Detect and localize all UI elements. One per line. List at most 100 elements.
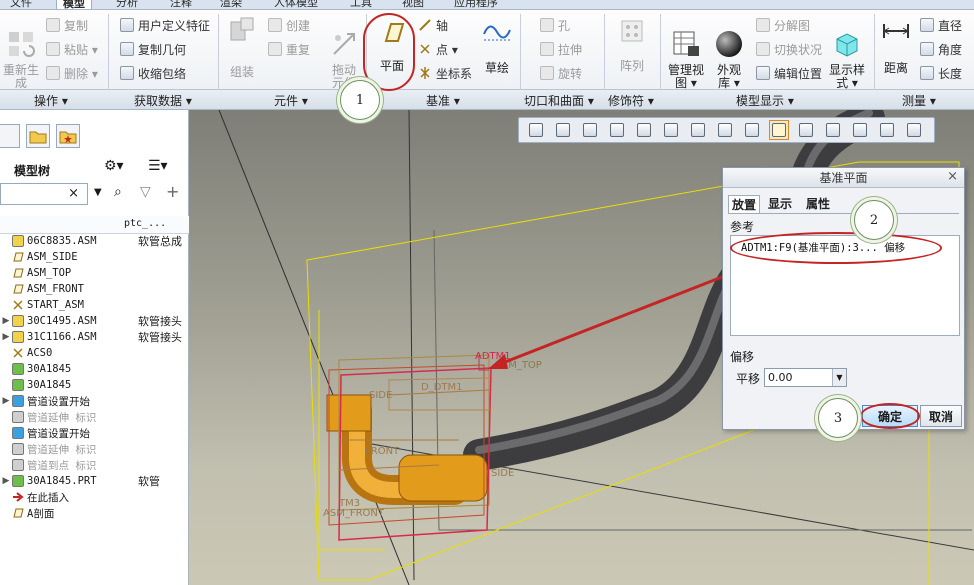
assemble-button[interactable]: 组装	[222, 16, 262, 80]
repaint-button[interactable]	[607, 120, 627, 140]
tree-row[interactable]: 管道设置开始	[0, 425, 189, 441]
filter-icon[interactable]: ▽	[140, 184, 151, 200]
tree-row[interactable]: ASM_SIDE	[0, 249, 189, 265]
tab-manikin[interactable]: 人体模型	[268, 0, 324, 9]
tree-row[interactable]: ▶ 31C1166.ASM 软管接头	[0, 329, 189, 345]
tab-view[interactable]: 视图	[396, 0, 430, 9]
axis-display-button[interactable]	[742, 120, 762, 140]
edit-position-button[interactable]: 编辑位置	[756, 64, 822, 82]
group-label-cut-surface[interactable]: 切口和曲面 ▾	[524, 92, 594, 109]
tab-file[interactable]: 文件	[4, 0, 38, 9]
search-dropdown-icon[interactable]: ▼	[94, 187, 102, 198]
tab-analysis[interactable]: 分析	[110, 0, 144, 9]
tree-row[interactable]: ASM_FRONT	[0, 281, 189, 297]
tab-placement[interactable]: 放置	[728, 195, 761, 214]
saved-views-button[interactable]	[634, 120, 654, 140]
measure-length-button[interactable]: 长度	[920, 64, 962, 82]
paste-button[interactable]: 粘贴 ▾	[46, 40, 98, 58]
tree-show-icon[interactable]: ☰▾	[148, 158, 168, 174]
label-front[interactable]: FRONT	[365, 446, 399, 457]
tree-row[interactable]: 管道延伸 标识	[0, 441, 189, 457]
spin-center-button[interactable]	[877, 120, 897, 140]
point-display-button[interactable]	[796, 120, 816, 140]
csys-button[interactable]: 坐标系	[418, 64, 472, 82]
group-label-operations[interactable]: 操作 ▾	[34, 92, 68, 109]
toggle-status-button[interactable]: 切换状况	[756, 40, 822, 58]
tree-row[interactable]: ▶ 30A1845.PRT 软管	[0, 473, 189, 489]
datum-axis-button[interactable]: 轴	[418, 16, 448, 34]
copy-geometry-button[interactable]: 复制几何	[120, 40, 186, 58]
tab-properties[interactable]: 属性	[803, 195, 833, 214]
revolve-button[interactable]: 旋转	[540, 64, 582, 82]
hole-button[interactable]: 孔	[540, 16, 570, 34]
plane-display-button[interactable]	[769, 120, 789, 140]
measure-diameter-button[interactable]: 直径	[920, 16, 962, 34]
add-column-icon[interactable]: +	[166, 182, 179, 201]
named-view-button[interactable]	[904, 120, 924, 140]
user-defined-feature-button[interactable]: 用户定义特征	[120, 16, 210, 34]
label-asm-top[interactable]: ASM_TOP	[495, 360, 542, 371]
exploded-view-button[interactable]: 分解图	[756, 16, 810, 34]
zoom-out-button[interactable]	[580, 120, 600, 140]
tab-applications[interactable]: 应用程序	[448, 0, 504, 9]
zoom-in-button[interactable]	[553, 120, 573, 140]
group-label-datum[interactable]: 基准 ▾	[426, 92, 460, 109]
clear-icon[interactable]: ×	[68, 186, 79, 201]
tree-row[interactable]: ACS0	[0, 345, 189, 361]
display-style-button[interactable]	[688, 120, 708, 140]
group-label-component[interactable]: 元件 ▾	[274, 92, 308, 109]
sketch-button[interactable]: 草绘	[477, 16, 517, 76]
view-manager-button[interactable]	[661, 120, 681, 140]
chevron-down-icon[interactable]: ▼	[832, 369, 846, 386]
extrude-button[interactable]: 拉伸	[540, 40, 582, 58]
expand-arrow-icon[interactable]: ▶	[0, 396, 12, 406]
tab-annotate[interactable]: 注释	[164, 0, 198, 9]
translation-value-combo[interactable]: 0.00 ▼	[764, 368, 847, 387]
tab-favorites[interactable]	[56, 124, 80, 148]
tab-tools[interactable]: 工具	[344, 0, 378, 9]
tab-render[interactable]: 渲染	[214, 0, 248, 9]
tree-row[interactable]: 管道延伸 标识	[0, 409, 189, 425]
tab-display[interactable]: 显示	[765, 195, 795, 214]
cancel-button[interactable]: 取消	[920, 405, 962, 427]
refit-button[interactable]	[526, 120, 546, 140]
tree-row[interactable]: ASM_TOP	[0, 265, 189, 281]
create-button[interactable]: 创建	[268, 16, 310, 34]
label-side-2[interactable]: SIDE	[491, 468, 514, 479]
tab-model[interactable]: 模型	[56, 0, 92, 9]
csys-display-button[interactable]	[823, 120, 843, 140]
repeat-button[interactable]: 重复	[268, 40, 310, 58]
expand-arrow-icon[interactable]: ▶	[0, 316, 12, 326]
datum-point-button[interactable]: 点 ▾	[418, 40, 458, 58]
tree-search-input[interactable]: ×	[0, 183, 88, 205]
delete-button[interactable]: 删除 ▾	[46, 64, 98, 82]
pattern-button[interactable]: 阵列	[612, 16, 652, 74]
label-side[interactable]: SIDE	[369, 390, 392, 401]
tree-row[interactable]: 在此插入	[0, 489, 189, 505]
tab-model-tree[interactable]	[0, 124, 20, 148]
tab-folder-browser[interactable]	[26, 124, 50, 148]
tree-row[interactable]: ▶ 30C1495.ASM 软管接头	[0, 313, 189, 329]
tree-row[interactable]: 30A1845	[0, 377, 189, 393]
column-header-label[interactable]: ptc_...	[124, 218, 166, 229]
tree-row[interactable]: 30A1845	[0, 361, 189, 377]
close-icon[interactable]: ×	[947, 169, 958, 184]
copy-button[interactable]: 复制	[46, 16, 88, 34]
label-asm-front[interactable]: ASM_FRONT	[323, 508, 384, 519]
tree-row[interactable]: START_ASM	[0, 297, 189, 313]
label-d-dtm1[interactable]: D_DTM1	[421, 382, 463, 393]
group-label-model-display[interactable]: 模型显示 ▾	[736, 92, 794, 109]
tree-row[interactable]: 管道到点 标识	[0, 457, 189, 473]
find-icon[interactable]: ⌕	[114, 184, 122, 200]
datum-display-button[interactable]	[715, 120, 735, 140]
expand-arrow-icon[interactable]: ▶	[0, 476, 12, 486]
annotation-display-button[interactable]	[850, 120, 870, 140]
group-label-measure[interactable]: 测量 ▾	[902, 92, 936, 109]
measure-angle-button[interactable]: 角度	[920, 40, 962, 58]
tree-row[interactable]: ▶ 管道设置开始	[0, 393, 189, 409]
measure-distance-button[interactable]: 距离	[878, 16, 914, 76]
shrinkwrap-button[interactable]: 收缩包络	[120, 64, 186, 82]
tree-row[interactable]: 06C8835.ASM 软管总成	[0, 233, 189, 249]
group-label-modifiers[interactable]: 修饰符 ▾	[608, 92, 654, 109]
tree-settings-icon[interactable]: ⚙▾	[104, 158, 124, 174]
